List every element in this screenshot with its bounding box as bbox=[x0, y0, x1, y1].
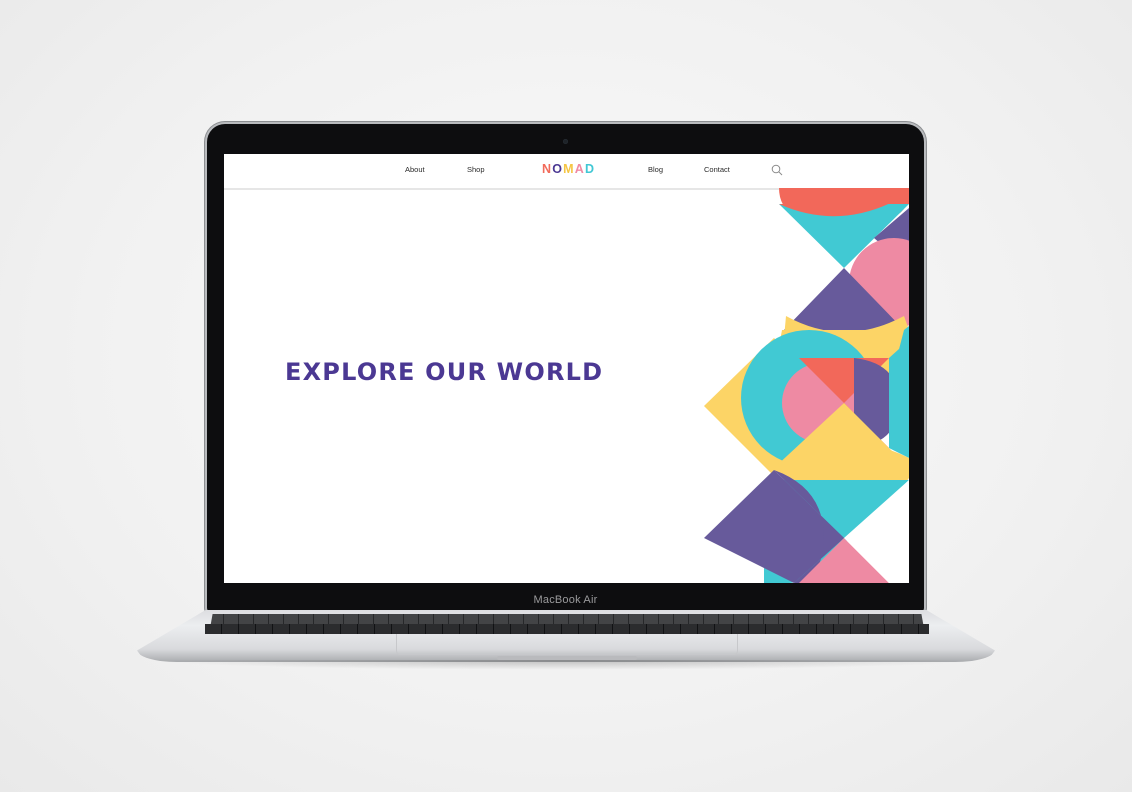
keyboard-row bbox=[205, 624, 929, 634]
laptop-mockup-scene: About Shop NOMAD Blog Contact EXPLORE OU… bbox=[0, 0, 1132, 792]
nav-link-about[interactable]: About bbox=[405, 165, 425, 174]
website-screen: About Shop NOMAD Blog Contact EXPLORE OU… bbox=[224, 154, 909, 583]
site-header: About Shop NOMAD Blog Contact bbox=[224, 154, 909, 190]
webcam bbox=[563, 139, 568, 144]
logo-letter: M bbox=[563, 162, 575, 176]
device-label: MacBook Air bbox=[533, 594, 598, 606]
nav-link-shop[interactable]: Shop bbox=[467, 165, 485, 174]
search-icon[interactable] bbox=[771, 164, 783, 176]
hero-title: EXPLORE OUR WORLD bbox=[285, 358, 604, 386]
nav-link-contact[interactable]: Contact bbox=[704, 165, 730, 174]
base-shadow bbox=[150, 660, 982, 670]
brand-logo[interactable]: NOMAD bbox=[542, 162, 595, 176]
logo-letter: N bbox=[542, 162, 553, 176]
logo-letter: D bbox=[585, 162, 596, 176]
logo-letter: O bbox=[552, 162, 564, 176]
logo-letter: A bbox=[574, 162, 586, 176]
geometric-pattern bbox=[704, 188, 909, 583]
shape-teal-edge bbox=[889, 340, 909, 458]
trackpad bbox=[396, 634, 738, 655]
nav-link-blog[interactable]: Blog bbox=[648, 165, 663, 174]
